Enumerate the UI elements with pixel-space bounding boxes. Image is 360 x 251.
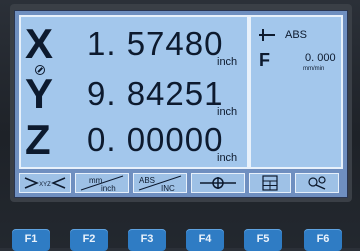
tools-icon xyxy=(308,176,326,190)
softkey-abs-label: ABS xyxy=(139,176,155,185)
softkey-inc-label: INC xyxy=(161,184,175,192)
abs-inc-toggle-icon: ABS INC xyxy=(138,175,182,192)
softkey-xyz-select[interactable]: XYZ xyxy=(19,173,71,193)
axis-x-value: 1. 57480 xyxy=(87,25,224,62)
origin-cross-icon xyxy=(259,29,275,41)
calculator-icon xyxy=(262,175,278,191)
axis-readout-panel: X 1. 57480 inch Y 9. 84251 inch Z 0. 000… xyxy=(19,15,249,169)
axis-select-icon: XYZ xyxy=(24,177,66,189)
unit-toggle-icon: mm inch xyxy=(80,175,124,192)
axis-y-value: 9. 84251 xyxy=(87,75,224,112)
softkey-calculator[interactable] xyxy=(249,173,291,193)
axis-x-label: X xyxy=(25,20,54,67)
centering-icon xyxy=(200,177,236,189)
softkey-inch-label: inch xyxy=(101,184,116,192)
status-panel: ABS F 0. 000 mm/min xyxy=(249,15,343,169)
axis-z-value: 0. 00000 xyxy=(87,121,224,158)
axis-y-label: Y xyxy=(25,70,54,117)
mode-label: ABS xyxy=(285,29,308,41)
axis-x-unit: inch xyxy=(217,56,238,68)
axis-z-label: Z xyxy=(25,116,51,163)
feed-label: F xyxy=(259,50,270,70)
softkey-centering[interactable] xyxy=(191,173,245,193)
softkey-mm-inch[interactable]: mm inch xyxy=(75,173,129,193)
softkey-tools[interactable] xyxy=(295,173,339,193)
axis-y-unit: inch xyxy=(217,106,238,118)
dro-screen: X 1. 57480 inch Y 9. 84251 inch Z 0. 000… xyxy=(14,10,348,198)
feed-value: 0. 000 xyxy=(305,52,336,64)
softkey-abs-inc[interactable]: ABS INC xyxy=(133,173,187,193)
feed-unit: mm/min xyxy=(303,66,325,72)
axis-z-unit: inch xyxy=(217,152,238,164)
softkey-xyz-label: XYZ xyxy=(39,182,51,188)
